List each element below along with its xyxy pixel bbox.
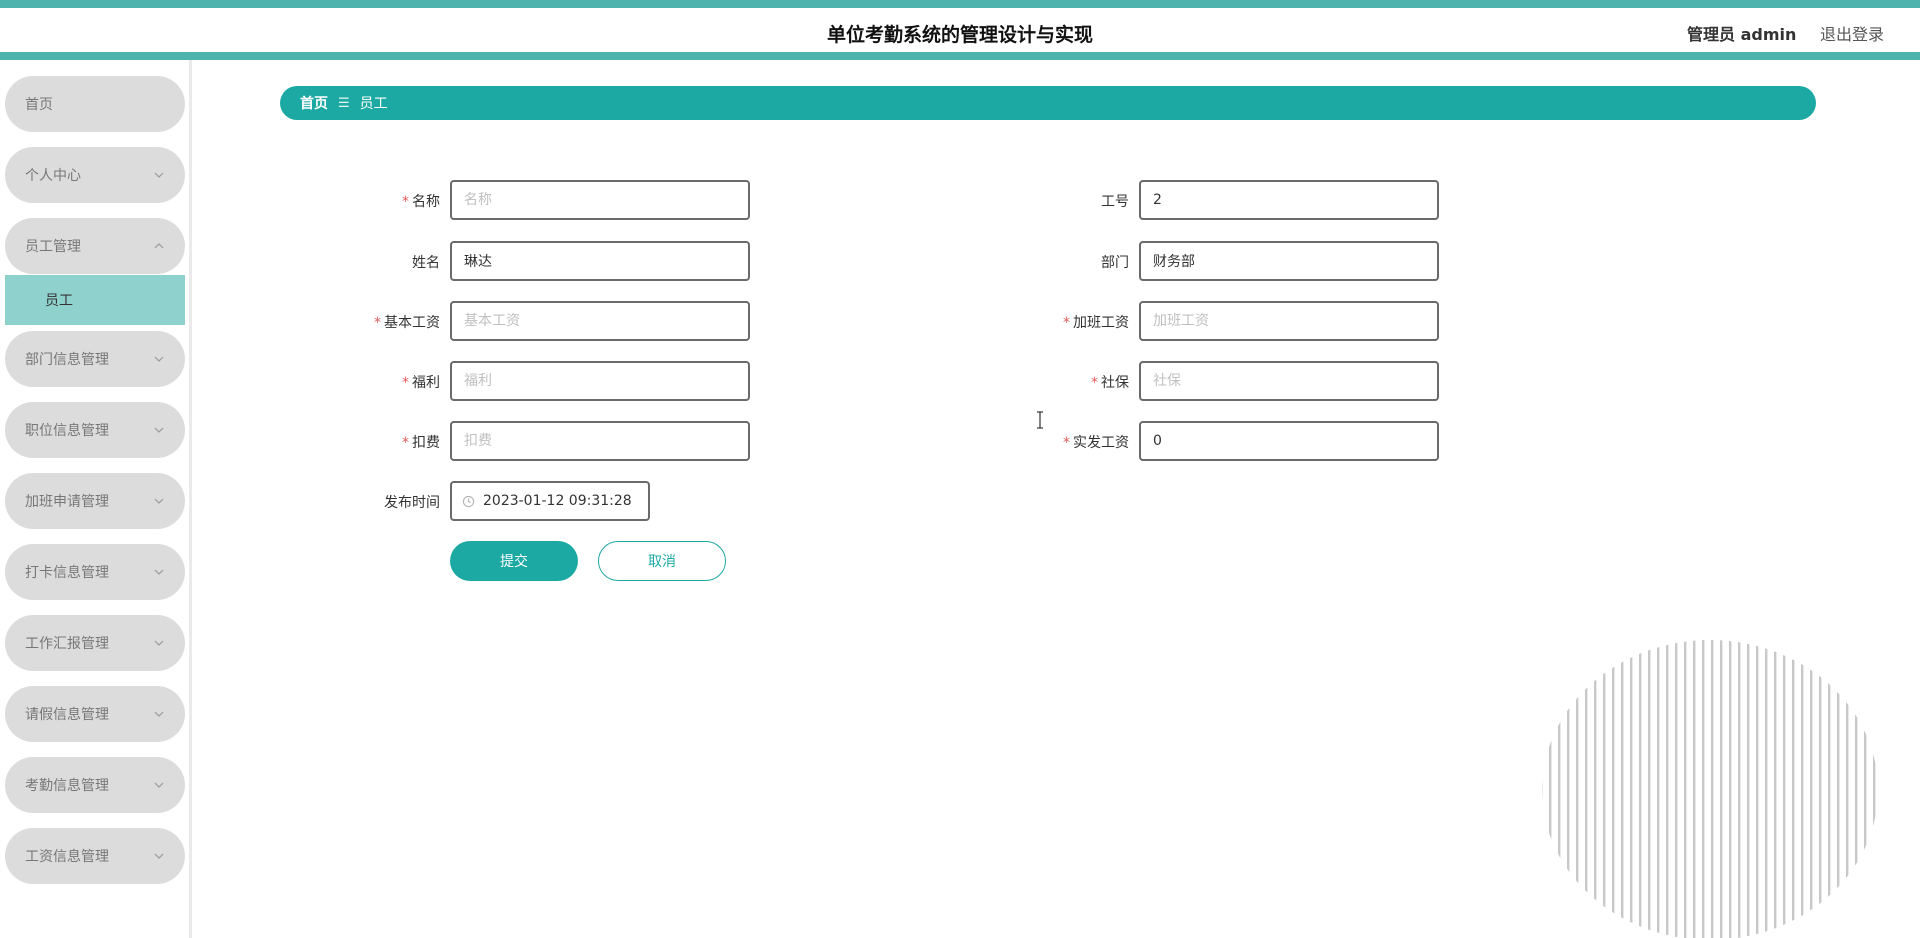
sidebar-item-label: 考勤信息管理: [25, 778, 109, 794]
current-user: 管理员 admin: [1687, 25, 1797, 44]
sidebar-item-salary-info[interactable]: 工资信息管理: [5, 828, 185, 884]
sidebar-item-attendance-info[interactable]: 考勤信息管理: [5, 757, 185, 813]
sidebar-item-department-info[interactable]: 部门信息管理: [5, 331, 185, 387]
required-mark: *: [1091, 375, 1098, 391]
field-label-publish-time: 发布时间: [384, 495, 440, 511]
field-label-overtime-pay: * 加班工资: [1063, 315, 1129, 331]
sidebar-item-employee-management[interactable]: 员工管理: [5, 218, 185, 274]
chevron-down-icon: [154, 640, 164, 646]
sidebar-item-label: 工作汇报管理: [25, 636, 109, 652]
employee-id-input[interactable]: [1139, 180, 1439, 220]
logout-link[interactable]: 退出登录: [1820, 21, 1884, 45]
field-label-social-security: * 社保: [1091, 375, 1129, 391]
field-label-name: * 名称: [402, 194, 440, 210]
decorative-striped-circle: [1542, 640, 1878, 938]
clock-icon: [462, 495, 475, 507]
chevron-down-icon: [154, 853, 164, 859]
sidebar: 首页 个人中心 员工管理 员工 部门信息管理 职位信息管理 加班申请管理 打卡信…: [0, 60, 192, 938]
overtime-pay-input[interactable]: [1139, 301, 1439, 341]
sidebar-item-personal-center[interactable]: 个人中心: [5, 147, 185, 203]
app-title: 单位考勤系统的管理设计与实现: [826, 24, 1093, 46]
sidebar-item-label: 加班申请管理: [25, 494, 109, 510]
deduction-input[interactable]: [450, 421, 750, 461]
sidebar-item-position-info[interactable]: 职位信息管理: [5, 402, 185, 458]
breadcrumb: 首页 ☰ 员工: [280, 86, 1816, 120]
sidebar-item-label: 职位信息管理: [25, 423, 109, 439]
required-mark: *: [374, 315, 381, 331]
field-label-department: 部门: [1101, 255, 1129, 271]
field-label-net-salary: * 实发工资: [1063, 435, 1129, 451]
base-salary-input[interactable]: [450, 301, 750, 341]
required-mark: *: [1063, 435, 1070, 451]
chevron-down-icon: [154, 356, 164, 362]
cancel-button[interactable]: 取消: [598, 541, 726, 581]
breadcrumb-home[interactable]: 首页: [300, 93, 328, 113]
sidebar-item-home[interactable]: 首页: [5, 76, 185, 132]
field-label-welfare: * 福利: [402, 375, 440, 391]
sidebar-item-label: 请假信息管理: [25, 707, 109, 723]
sidebar-item-label: 部门信息管理: [25, 352, 109, 368]
header-bottom-strip: [0, 52, 1920, 60]
welfare-input[interactable]: [450, 361, 750, 401]
sidebar-subitem-label: 员工: [45, 293, 73, 309]
chevron-down-icon: [154, 172, 164, 178]
publish-time-value: 2023-01-12 09:31:28: [483, 493, 632, 509]
chevron-down-icon: [154, 498, 164, 504]
sidebar-item-work-report[interactable]: 工作汇报管理: [5, 615, 185, 671]
breadcrumb-separator-icon: ☰: [338, 95, 350, 111]
sidebar-item-clock-in-info[interactable]: 打卡信息管理: [5, 544, 185, 600]
required-mark: *: [402, 375, 409, 391]
sidebar-item-label: 首页: [25, 97, 53, 113]
publish-time-picker[interactable]: 2023-01-12 09:31:28: [450, 481, 650, 521]
required-mark: *: [402, 435, 409, 451]
submit-button[interactable]: 提交: [450, 541, 578, 581]
sidebar-item-label: 打卡信息管理: [25, 565, 109, 581]
field-label-deduction: * 扣费: [402, 435, 440, 451]
social-security-input[interactable]: [1139, 361, 1439, 401]
header-top-strip: [0, 0, 1920, 8]
header: 单位考勤系统的管理设计与实现 管理员 admin 退出登录: [0, 8, 1920, 52]
chevron-down-icon: [154, 427, 164, 433]
chevron-down-icon: [154, 569, 164, 575]
field-label-base-salary: * 基本工资: [374, 315, 440, 331]
sidebar-item-label: 个人中心: [25, 168, 81, 184]
department-input[interactable]: [1139, 241, 1439, 281]
sidebar-item-leave-info[interactable]: 请假信息管理: [5, 686, 185, 742]
sidebar-subitem-employee[interactable]: 员工: [5, 275, 185, 325]
breadcrumb-current: 员工: [359, 96, 388, 112]
text-cursor-icon: [1037, 411, 1043, 429]
required-mark: *: [1063, 315, 1070, 331]
sidebar-item-overtime-request[interactable]: 加班申请管理: [5, 473, 185, 529]
field-label-employee-id: 工号: [1101, 194, 1129, 210]
chevron-up-icon: [154, 243, 164, 249]
name-input[interactable]: [450, 180, 750, 220]
chevron-down-icon: [154, 782, 164, 788]
sidebar-item-label: 员工管理: [25, 239, 81, 255]
sidebar-item-label: 工资信息管理: [25, 849, 109, 865]
required-mark: *: [402, 194, 409, 210]
chevron-down-icon: [154, 711, 164, 717]
full-name-input[interactable]: [450, 241, 750, 281]
net-salary-input[interactable]: [1139, 421, 1439, 461]
field-label-full-name: 姓名: [412, 255, 440, 271]
